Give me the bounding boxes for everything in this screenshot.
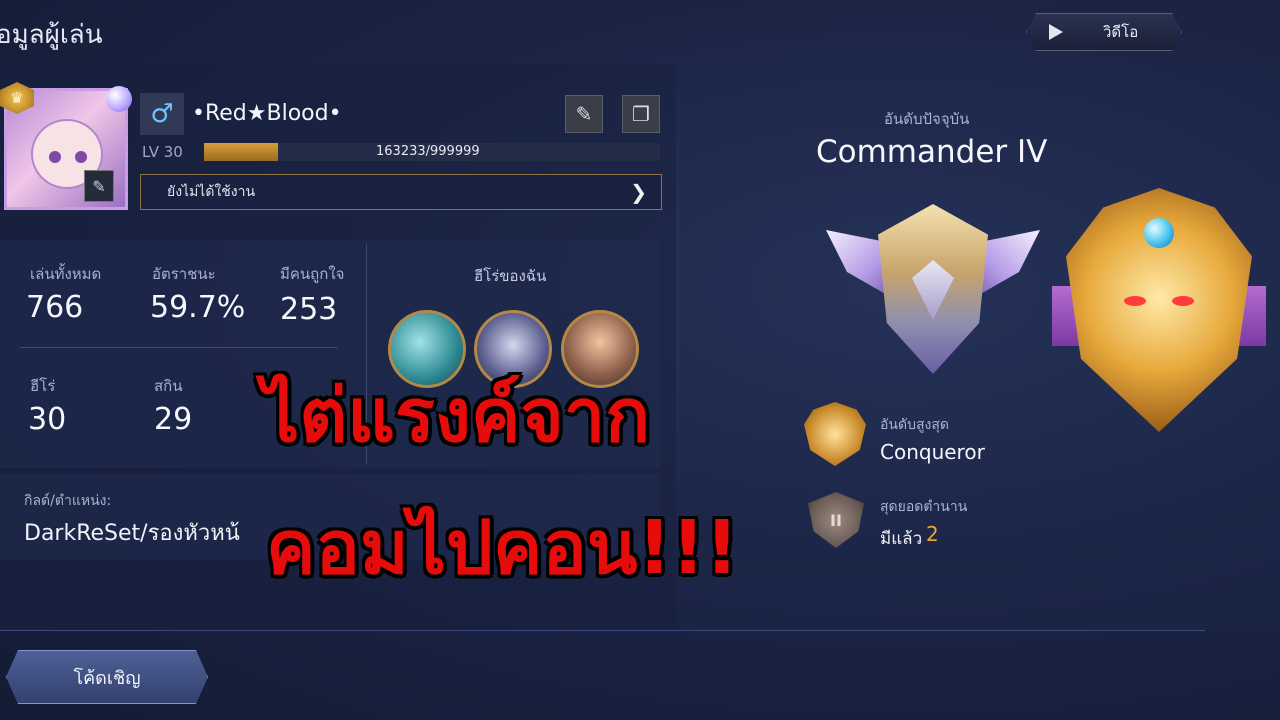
win-rate-label: อัตราชนะ — [152, 265, 216, 283]
conqueror-rank-badge-icon — [1044, 178, 1274, 432]
player-name: •Red★Blood• — [192, 101, 342, 126]
exp-text: 163233/999999 — [376, 144, 480, 159]
guild-value: DarkReSet/รองหัวหน้ — [24, 521, 240, 546]
likes-label: มีคนถูกใจ — [280, 265, 345, 283]
badge-gem — [1144, 218, 1174, 248]
badge-eye-right — [1172, 296, 1194, 306]
orb-icon — [106, 86, 132, 112]
exp-fill — [204, 143, 279, 161]
current-rank-label: อันดับปัจจุบัน — [884, 110, 970, 128]
skins-label: สกิน — [154, 377, 183, 395]
status-text: ยังไม่ได้ใช้งาน — [167, 184, 256, 200]
guild-label: กิลด์/ตำแหน่ง: — [24, 493, 112, 509]
bottom-divider — [0, 630, 1205, 631]
level-label: LV 30 — [142, 143, 183, 161]
pencil-icon: ✎ — [575, 102, 593, 126]
page-title: อมูลผู้เล่น — [0, 20, 103, 50]
legend-count: 2 — [926, 522, 939, 546]
commander-rank-badge-icon — [826, 200, 1040, 380]
heroes-label: ฮีโร่ — [30, 377, 56, 395]
total-games-value: 766 — [26, 290, 84, 325]
current-rank-value: Commander IV — [816, 134, 1048, 170]
heroes-value: 30 — [28, 402, 67, 437]
badge-eye-left — [1124, 296, 1146, 306]
copy-button[interactable]: ❐ — [622, 95, 660, 133]
video-button-label: วิดีโอ — [1103, 23, 1139, 41]
male-icon: ♂ — [140, 93, 184, 135]
skins-value: 29 — [154, 402, 193, 437]
legend-label: สุดยอดตำนาน — [880, 499, 968, 515]
avatar-eye-left — [49, 151, 61, 163]
legend-prefix: มีแล้ว — [880, 529, 923, 549]
my-heroes-label: ฮีโร่ของฉัน — [474, 267, 547, 285]
chevron-right-icon: ❯ — [630, 180, 647, 204]
highest-rank-label: อันดับสูงสุด — [880, 417, 949, 433]
video-button[interactable]: วิดีโอ — [1026, 13, 1182, 51]
stats-divider — [20, 347, 338, 348]
copy-icon: ❐ — [632, 102, 650, 126]
avatar-edit-pencil-icon[interactable]: ✎ — [84, 170, 114, 202]
status-bar[interactable]: ยังไม่ได้ใช้งาน ❯ — [140, 174, 662, 210]
invite-code-button[interactable]: โค้ดเชิญ — [6, 650, 208, 704]
overlay-caption-line-1: ไต่แรงค์จาก — [262, 373, 651, 459]
total-games-label: เล่นทั้งหมด — [30, 265, 102, 283]
overlay-caption-line-2: คอมไปคอน!!! — [266, 505, 739, 591]
win-rate-value: 59.7% — [150, 290, 246, 325]
avatar-eye-right — [75, 151, 87, 163]
play-icon — [1049, 24, 1063, 40]
likes-value: 253 — [280, 292, 338, 327]
edit-name-button[interactable]: ✎ — [565, 95, 603, 133]
highest-rank-value: Conqueror — [880, 440, 985, 464]
